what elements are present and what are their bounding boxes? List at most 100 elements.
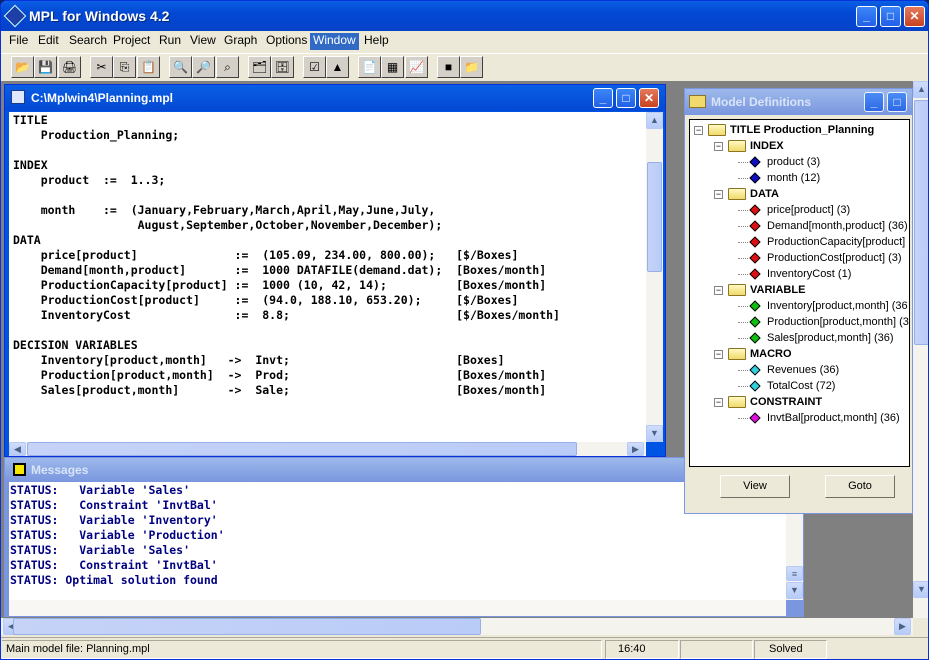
- ws-hscroll-thumb[interactable]: [13, 618, 481, 635]
- messages-horizontal-scrollbar[interactable]: [9, 600, 786, 616]
- tree-item[interactable]: ProductionCost[product] (3): [748, 250, 902, 266]
- tree-group-index[interactable]: INDEX: [728, 138, 784, 154]
- defs-minimize-button[interactable]: _: [864, 92, 884, 112]
- cut-button[interactable]: ✂: [90, 56, 113, 78]
- editor-horizontal-scrollbar[interactable]: ◀ ▶: [9, 442, 646, 456]
- tree-item[interactable]: Sales[product,month] (36): [748, 330, 894, 346]
- goto-button[interactable]: Goto: [825, 475, 895, 498]
- tree-group-data[interactable]: DATA: [728, 186, 779, 202]
- menu-view[interactable]: View: [187, 33, 219, 50]
- open-button[interactable]: 📂: [11, 56, 34, 78]
- tree-item[interactable]: InventoryCost (1): [748, 266, 851, 282]
- messages-icon: [13, 463, 26, 476]
- editor-minimize-button[interactable]: _: [593, 88, 613, 108]
- scroll-left-button[interactable]: ◀: [9, 442, 26, 456]
- tree-item[interactable]: Inventory[product,month] (36: [748, 298, 908, 314]
- folder-open-icon: [728, 284, 746, 297]
- tree-connector: [738, 162, 748, 163]
- tree-item[interactable]: TotalCost (72): [748, 378, 835, 394]
- code-line: TITLE: [13, 113, 48, 127]
- menu-file[interactable]: File: [6, 33, 31, 50]
- menu-window[interactable]: Window: [310, 33, 359, 50]
- collapse-toggle[interactable]: −: [714, 142, 723, 151]
- check-syntax-button[interactable]: ☑: [303, 56, 326, 78]
- hscroll-thumb[interactable]: [27, 442, 577, 456]
- graph-matrix-button[interactable]: ▦: [381, 56, 404, 78]
- scroll-right-button[interactable]: ▶: [627, 442, 644, 456]
- tree-root[interactable]: TITLE Production_Planning: [708, 122, 874, 138]
- view-button[interactable]: View: [720, 475, 790, 498]
- find-next-button[interactable]: ⌕: [216, 56, 239, 78]
- app-minimize-button[interactable]: _: [856, 6, 877, 27]
- scroll-thumb[interactable]: [647, 162, 662, 272]
- save-button[interactable]: 💾: [34, 56, 57, 78]
- editor-maximize-button[interactable]: □: [616, 88, 636, 108]
- messages-log[interactable]: STATUS: Variable 'Sales' STATUS: Constrai…: [9, 482, 786, 600]
- app-title-bar[interactable]: MPL for Windows 4.2 _ □ ✕: [1, 1, 928, 31]
- menu-graph[interactable]: Graph: [221, 33, 260, 50]
- editor-close-button[interactable]: ✕: [639, 88, 659, 108]
- copy-button[interactable]: ⎘: [113, 56, 136, 78]
- tree-node-label: ProductionCapacity[product]: [767, 236, 906, 248]
- app-maximize-button[interactable]: □: [880, 6, 901, 27]
- ws-scroll-down-button[interactable]: ▼: [913, 581, 928, 598]
- tree-item[interactable]: month (12): [748, 170, 820, 186]
- app-close-button[interactable]: ✕: [904, 6, 925, 27]
- ws-scroll-right-button[interactable]: ▶: [894, 618, 911, 635]
- defs-maximize-button[interactable]: □: [887, 92, 907, 112]
- menu-run[interactable]: Run: [156, 33, 184, 50]
- ws-vscroll-thumb[interactable]: [914, 100, 928, 345]
- msg-scroll-thumb[interactable]: ≡: [786, 566, 803, 581]
- tree-item[interactable]: product (3): [748, 154, 820, 170]
- menu-edit[interactable]: Edit: [35, 33, 62, 50]
- editor-title-bar[interactable]: C:\Mplwin4\Planning.mpl: [5, 85, 665, 111]
- code-line: DATA: [13, 233, 41, 247]
- tree-group-constraint[interactable]: CONSTRAINT: [728, 394, 822, 410]
- open-project-button[interactable]: 🗂: [248, 56, 271, 78]
- scroll-up-button[interactable]: ▲: [646, 112, 663, 129]
- tree-node-label: TotalCost (72): [767, 380, 836, 392]
- menu-search[interactable]: Search: [66, 33, 110, 50]
- workspace-horizontal-scrollbar[interactable]: ◀ ▶: [1, 618, 913, 635]
- tree-connector: [738, 242, 748, 243]
- print-button[interactable]: 🖨: [58, 56, 81, 78]
- tree-item[interactable]: Production[product,month] (3: [748, 314, 909, 330]
- model-definitions-title: Model Definitions: [711, 95, 811, 109]
- replace-button[interactable]: 🔎: [192, 56, 215, 78]
- ws-scroll-up-button[interactable]: ▲: [913, 81, 928, 98]
- collapse-toggle[interactable]: −: [714, 190, 723, 199]
- model-definitions-button[interactable]: 📁: [460, 56, 483, 78]
- menu-project[interactable]: Project: [110, 33, 153, 50]
- collapse-toggle[interactable]: −: [714, 286, 723, 295]
- tree-group-variable[interactable]: VARIABLE: [728, 282, 805, 298]
- tree-item[interactable]: InvtBal[product,month] (36): [748, 410, 900, 426]
- tree-item[interactable]: Demand[month,product] (36): [748, 218, 908, 234]
- editor-vertical-scrollbar[interactable]: ▲ ▼: [646, 112, 663, 442]
- code-editor[interactable]: TITLE Production_Planning; INDEX product …: [9, 112, 646, 442]
- model-tree[interactable]: − TITLE Production_Planning − INDEX product …: [689, 119, 910, 467]
- menu-options[interactable]: Options: [263, 33, 310, 50]
- model-definitions-icon: 📁: [464, 60, 479, 74]
- collapse-toggle[interactable]: −: [714, 350, 723, 359]
- menu-help[interactable]: Help: [361, 33, 392, 50]
- paste-button[interactable]: 📋: [137, 56, 160, 78]
- view-solution-button[interactable]: 📄: [358, 56, 381, 78]
- solve-button[interactable]: ▲: [326, 56, 349, 78]
- msg-scroll-down-button[interactable]: ▼: [786, 582, 803, 599]
- messages-window-button[interactable]: ■: [437, 56, 460, 78]
- tree-group-macro[interactable]: MACRO: [728, 346, 792, 362]
- cut-icon: ✂: [96, 60, 107, 74]
- find-button[interactable]: 🔍: [169, 56, 192, 78]
- tree-item[interactable]: Revenues (36): [748, 362, 839, 378]
- close-icon: ✕: [909, 9, 920, 23]
- graph-chart-button[interactable]: 📈: [405, 56, 428, 78]
- tree-item[interactable]: ProductionCapacity[product]: [748, 234, 905, 250]
- save-project-button[interactable]: 🗄: [271, 56, 294, 78]
- definition-item-icon: [749, 300, 761, 312]
- tree-item[interactable]: price[product] (3): [748, 202, 850, 218]
- collapse-toggle[interactable]: −: [714, 398, 723, 407]
- scroll-down-button[interactable]: ▼: [646, 425, 663, 442]
- collapse-toggle[interactable]: −: [694, 126, 703, 135]
- workspace-vertical-scrollbar[interactable]: ▲ ▼: [913, 81, 928, 618]
